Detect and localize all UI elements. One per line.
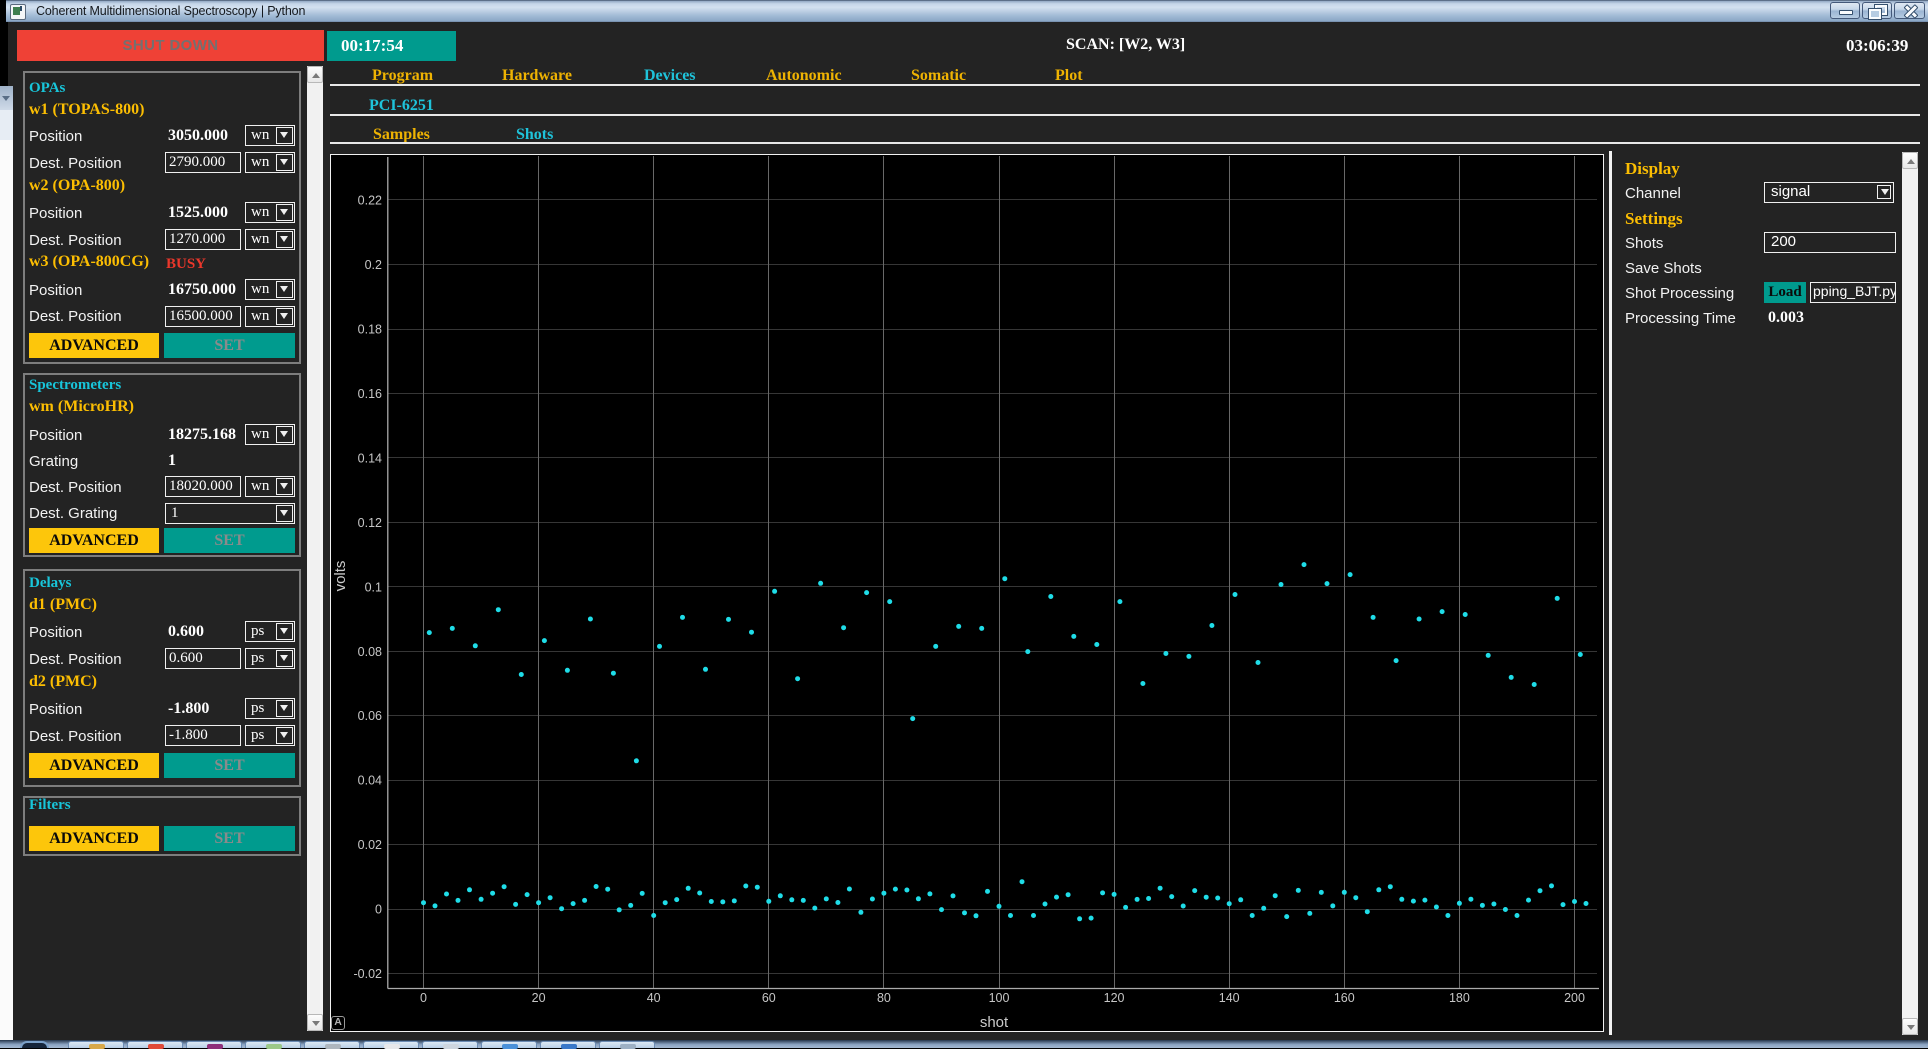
svg-text:0.12: 0.12 (358, 516, 382, 530)
svg-text:80: 80 (877, 991, 891, 1005)
svg-text:0.08: 0.08 (358, 645, 382, 659)
svg-text:0.14: 0.14 (358, 451, 382, 465)
svg-text:0: 0 (375, 903, 382, 917)
svg-text:0.16: 0.16 (358, 387, 382, 401)
svg-text:180: 180 (1449, 991, 1470, 1005)
svg-text:100: 100 (989, 991, 1010, 1005)
svg-text:0.06: 0.06 (358, 709, 382, 723)
svg-text:200: 200 (1564, 991, 1585, 1005)
svg-text:-0.02: -0.02 (354, 967, 383, 981)
svg-text:0.02: 0.02 (358, 838, 382, 852)
svg-text:0.04: 0.04 (358, 774, 382, 788)
svg-text:40: 40 (647, 991, 661, 1005)
svg-text:0: 0 (420, 991, 427, 1005)
svg-text:shot: shot (980, 1014, 1009, 1030)
svg-text:0.1: 0.1 (365, 580, 382, 594)
svg-text:60: 60 (762, 991, 776, 1005)
svg-text:120: 120 (1104, 991, 1125, 1005)
svg-text:0.22: 0.22 (358, 194, 382, 208)
svg-text:volts: volts (332, 561, 349, 592)
svg-text:0.18: 0.18 (358, 323, 382, 337)
svg-text:140: 140 (1219, 991, 1240, 1005)
svg-text:160: 160 (1334, 991, 1355, 1005)
svg-text:0.2: 0.2 (365, 258, 382, 272)
svg-text:20: 20 (532, 991, 546, 1005)
